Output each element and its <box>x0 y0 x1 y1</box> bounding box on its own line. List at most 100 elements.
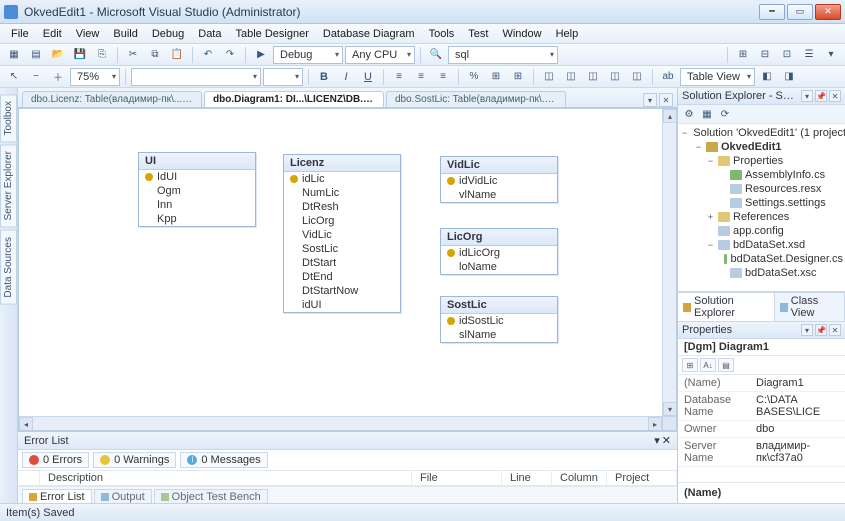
find-button[interactable]: 🔍 <box>426 46 446 64</box>
properties-object-combo[interactable]: [Dgm] Diagram1 <box>678 339 845 356</box>
menu-data[interactable]: Data <box>191 26 228 42</box>
tree-solution[interactable]: −Solution 'OkvedEdit1' (1 project) <box>680 126 843 140</box>
prop-dbname-value[interactable]: C:\DATA BASES\LICE <box>750 392 845 420</box>
dbtable-title[interactable]: LicOrg <box>441 229 557 246</box>
close-button[interactable]: ✕ <box>815 4 841 20</box>
se-showall-button[interactable]: ▦ <box>699 107 715 121</box>
dbtable-column[interactable]: idLicOrg <box>441 246 557 260</box>
col-column[interactable]: Column <box>552 471 607 485</box>
prop-server-value[interactable]: владимир-пк\cf37a0 <box>750 438 845 466</box>
properties-close-button[interactable]: ✕ <box>829 324 841 336</box>
doctab-close-button[interactable]: ✕ <box>659 93 673 107</box>
dbtable-column[interactable]: Ogm <box>139 184 255 198</box>
tree-appconfig[interactable]: app.config <box>704 224 843 238</box>
doctab-diagram1[interactable]: dbo.Diagram1: DI...\LICENZ\DB.MDF)* <box>204 91 384 107</box>
messages-filter[interactable]: i0 Messages <box>180 452 267 468</box>
menu-file[interactable]: File <box>4 26 36 42</box>
menu-test[interactable]: Test <box>461 26 495 42</box>
tab-object-test-bench[interactable]: Object Test Bench <box>154 489 268 503</box>
tb2-misc-3[interactable]: ⊞ <box>508 68 528 86</box>
table-view-combo[interactable]: Table View <box>680 68 755 86</box>
doctab-sostlic-table[interactable]: dbo.SostLic: Table(владимир-пк\...\...) <box>386 91 566 107</box>
tree-properties-folder[interactable]: −Properties <box>704 154 843 168</box>
menu-window[interactable]: Window <box>495 26 548 42</box>
dbtable-column[interactable]: SostLic <box>284 242 400 256</box>
tab-class-view[interactable]: Class View <box>775 293 845 321</box>
tab-output[interactable]: Output <box>94 489 152 503</box>
dbtable-title[interactable]: Licenz <box>284 155 400 172</box>
save-all-button[interactable]: ⎘ <box>92 46 112 64</box>
tb2-misc-4[interactable]: ◧ <box>757 68 777 86</box>
scroll-right-button[interactable]: ▸ <box>648 417 662 431</box>
text-label-button[interactable]: ab <box>658 68 678 86</box>
font-combo[interactable] <box>131 68 261 86</box>
tree-bddataset-xsc[interactable]: bdDataSet.xsc <box>716 266 843 280</box>
align-left-button[interactable]: ≡ <box>389 68 409 86</box>
menu-database-diagram[interactable]: Database Diagram <box>316 26 422 42</box>
tb-extra-1[interactable]: ⊞ <box>733 46 753 64</box>
col-file[interactable]: File <box>412 471 502 485</box>
col-line[interactable]: Line <box>502 471 552 485</box>
tree-resources[interactable]: Resources.resx <box>716 182 843 196</box>
dbtable-column[interactable]: idLic <box>284 172 400 186</box>
fontsize-combo[interactable] <box>263 68 303 86</box>
cut-button[interactable]: ✂ <box>123 46 143 64</box>
col-description[interactable]: Description <box>40 471 412 485</box>
italic-button[interactable]: I <box>336 68 356 86</box>
paste-button[interactable]: 📋 <box>167 46 187 64</box>
panel-close-button[interactable]: ✕ <box>829 90 841 102</box>
maximize-button[interactable]: ▭ <box>787 4 813 20</box>
dbtable-title[interactable]: SostLic <box>441 297 557 314</box>
tb-extra-5[interactable]: ▾ <box>821 46 841 64</box>
menu-help[interactable]: Help <box>549 26 586 42</box>
dbtable-column[interactable]: idSostLic <box>441 314 557 328</box>
prop-owner-value[interactable]: dbo <box>750 421 845 437</box>
redo-button[interactable]: ↷ <box>220 46 240 64</box>
dbtable-column[interactable]: NumLic <box>284 186 400 200</box>
tb2-rel-3[interactable]: ◫ <box>583 68 603 86</box>
dbtable-column[interactable]: LicOrg <box>284 214 400 228</box>
dbtable-sostlic[interactable]: SostLicidSostLicslName <box>440 296 558 343</box>
tree-settings[interactable]: Settings.settings <box>716 196 843 210</box>
zoom-in-button[interactable]: ＋ <box>48 68 68 86</box>
menu-edit[interactable]: Edit <box>36 26 69 42</box>
tree-references[interactable]: +References <box>704 210 843 224</box>
errors-filter[interactable]: 0 Errors <box>22 452 89 468</box>
properties-dropdown-button[interactable]: ▾ <box>801 324 813 336</box>
panel-pin-button[interactable]: 📌 <box>815 90 827 102</box>
tb-extra-3[interactable]: ⊡ <box>777 46 797 64</box>
find-combo[interactable]: sql <box>448 46 558 64</box>
se-refresh-button[interactable]: ⟳ <box>717 107 733 121</box>
menu-debug[interactable]: Debug <box>145 26 191 42</box>
dbtable-column[interactable]: IdUI <box>139 170 255 184</box>
tb2-misc-1[interactable]: % <box>464 68 484 86</box>
scroll-track[interactable] <box>663 123 676 402</box>
diagram-canvas[interactable]: UIIdUIOgmInnKppLicenzidLicNumLicDtReshLi… <box>19 109 662 416</box>
menu-view[interactable]: View <box>69 26 107 42</box>
dbtable-column[interactable]: VidLic <box>284 228 400 242</box>
menu-tools[interactable]: Tools <box>422 26 462 42</box>
error-list-close-button[interactable]: ✕ <box>662 434 671 447</box>
dbtable-column[interactable]: Kpp <box>139 212 255 226</box>
tb2-rel-4[interactable]: ◫ <box>605 68 625 86</box>
minimize-button[interactable]: ━ <box>759 4 785 20</box>
horizontal-scrollbar[interactable]: ◂ ▸ <box>19 416 662 430</box>
sidetab-data-sources[interactable]: Data Sources <box>0 230 17 305</box>
scroll-up-button[interactable]: ▴ <box>663 109 677 123</box>
props-pages-button[interactable]: ▤ <box>718 358 734 372</box>
undo-button[interactable]: ↶ <box>198 46 218 64</box>
col-icon[interactable] <box>18 471 40 485</box>
se-properties-button[interactable]: ⚙ <box>681 107 697 121</box>
properties-grid[interactable]: (Name)Diagram1 Database NameC:\DATA BASE… <box>678 375 845 467</box>
dbtable-column[interactable]: Inn <box>139 198 255 212</box>
tb2-rel-1[interactable]: ◫ <box>539 68 559 86</box>
zoom-combo[interactable]: 75% <box>70 68 120 86</box>
dbtable-column[interactable]: DtStartNow <box>284 284 400 298</box>
prop-name-value[interactable]: Diagram1 <box>750 375 845 391</box>
tb2-rel-5[interactable]: ◫ <box>627 68 647 86</box>
platform-combo[interactable]: Any CPU <box>345 46 415 64</box>
dbtable-column[interactable]: vlName <box>441 188 557 202</box>
menu-build[interactable]: Build <box>106 26 144 42</box>
tree-bddataset[interactable]: −bdDataSet.xsd <box>704 238 843 252</box>
dbtable-column[interactable]: DtResh <box>284 200 400 214</box>
